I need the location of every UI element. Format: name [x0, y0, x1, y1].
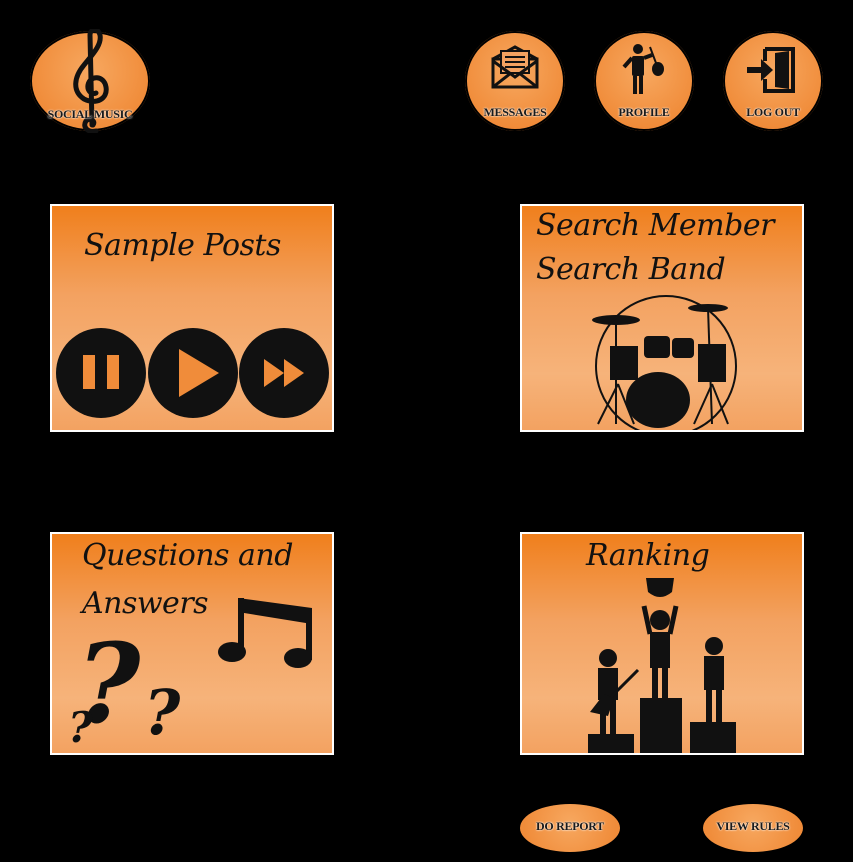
play-icon[interactable] [147, 327, 239, 419]
logout-icon [747, 47, 795, 93]
fast-forward-icon[interactable] [238, 327, 330, 419]
logout-button[interactable]: LOG OUT [723, 31, 823, 131]
pause-icon[interactable] [55, 327, 147, 419]
musician-icon [622, 44, 664, 94]
view-rules-button[interactable]: VIEW RULES [703, 804, 803, 852]
logo-label: SOCIAL MUSIC [47, 107, 133, 121]
svg-text:?: ? [144, 676, 181, 746]
do-report-button[interactable]: DO REPORT [520, 804, 620, 852]
messages-label: MESSAGES [483, 105, 547, 119]
logout-label: LOG OUT [746, 105, 800, 119]
svg-text:?: ? [68, 703, 93, 746]
ranking-panel[interactable]: Ranking [520, 532, 804, 755]
messages-button[interactable]: MESSAGES [465, 31, 565, 131]
logo-button[interactable]: SOCIAL MUSIC [30, 29, 150, 133]
podium-icon [588, 578, 736, 753]
search-member-title: Search Member [536, 208, 774, 243]
view-rules-label: VIEW RULES [716, 819, 790, 833]
search-band-title: Search Band [536, 252, 726, 287]
profile-label: PROFILE [618, 105, 670, 119]
search-panel[interactable]: Search Member Search Band [520, 204, 804, 432]
drum-kit-icon [592, 295, 737, 430]
do-report-label: DO REPORT [536, 819, 604, 833]
sample-posts-panel[interactable]: Sample Posts [50, 204, 334, 432]
profile-button[interactable]: PROFILE [594, 31, 694, 131]
envelope-icon [491, 45, 539, 89]
ranking-title: Ranking [586, 538, 710, 573]
sample-posts-title: Sample Posts [84, 228, 281, 263]
qa-panel[interactable]: Questions and Answers ? ? ? [50, 532, 334, 755]
music-note-icon [218, 598, 312, 668]
qa-title-line2: Answers [82, 586, 209, 621]
question-marks-icon: ? ? ? [68, 634, 181, 746]
qa-title-line1: Questions and [82, 538, 293, 573]
